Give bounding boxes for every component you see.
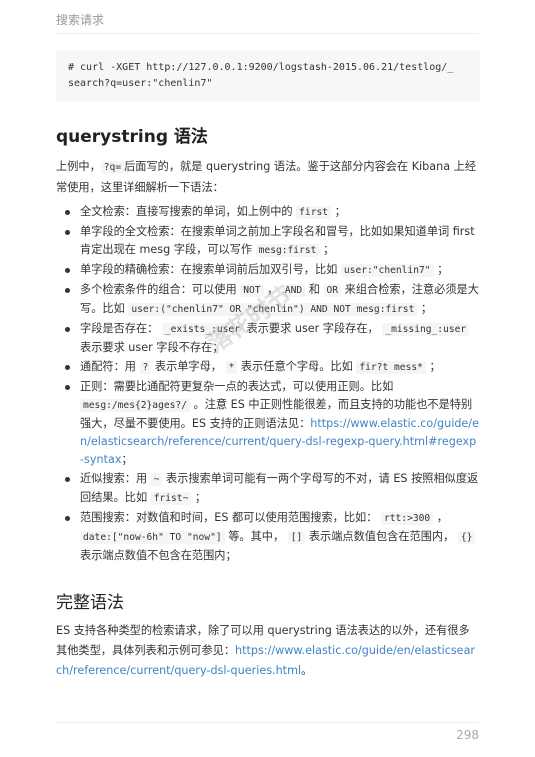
section-title-full-syntax: 完整语法 [56, 593, 124, 613]
syntax-list: 全文检索：直接写搜索的单词，如上例中的 first ； 单字段的全文检索：在搜索… [56, 203, 480, 566]
bullet-dot [65, 365, 70, 370]
inline-code: OR [323, 284, 342, 297]
inline-code: AND [281, 284, 306, 297]
inline-code: user:"chenlin7" [340, 264, 434, 277]
inline-code: user:("chenlin7" OR "chenlin") AND NOT m… [128, 303, 418, 316]
inline-code: {} [457, 531, 476, 544]
list-item: 字段是否存在： _exists_:user 表示要求 user 字段存在， _m… [56, 320, 480, 357]
section-title-querystring: querystring 语法 [56, 127, 208, 147]
inline-code: ? [139, 361, 152, 374]
full-syntax-paragraph: ES 支持各种类型的检索请求，除了可以用 querystring 语法表达的以外… [56, 624, 476, 677]
list-item: 范围搜索：对数值和时间，ES 都可以使用范围搜索，比如： rtt:>300 ， … [56, 509, 480, 565]
list-item: 正则：需要比通配符更复杂一点的表达式，可以使用正则。比如 mesg:/mes{2… [56, 378, 480, 469]
list-item: 多个检索条件的组合：可以使用 NOT ， AND 和 OR 来组合检索，注意必须… [56, 281, 480, 319]
bullet-dot [65, 385, 70, 390]
list-item: 单字段的精确检索：在搜索单词前后加双引号，比如 user:"chenlin7" … [56, 261, 480, 280]
inline-code: [] [287, 531, 306, 544]
bullet-dot [65, 288, 70, 293]
inline-code: ~ [150, 473, 163, 486]
inline-code: mesg:/mes{2}ages?/ [80, 399, 190, 412]
inline-code: _missing_:user [382, 323, 470, 336]
page-number: 298 [456, 728, 479, 742]
bullet-dot [65, 516, 70, 521]
list-item: 单字段的全文检索：在搜索单词之前加上字段名和冒号，比如如果知道单词 first … [56, 223, 480, 260]
code-block: # curl -XGET http://127.0.0.1:9200/logst… [56, 50, 480, 102]
footer-divider [56, 722, 479, 723]
inline-code: fir?t mess* [356, 361, 426, 374]
inline-code: mesg:first [255, 244, 320, 257]
list-item: 近似搜索：用 ~ 表示搜索单词可能有一两个字母写的不对，请 ES 按照相似度返回… [56, 470, 480, 508]
inline-code: frist~ [150, 492, 192, 505]
inline-code: first [296, 206, 332, 219]
inline-code: date:["now-6h" TO "now"] [80, 531, 225, 544]
inline-code: * [225, 361, 238, 374]
bullet-dot [65, 230, 70, 235]
list-item: 通配符：用 ? 表示单字母， * 表示任意个字母。比如 fir?t mess* … [56, 358, 480, 377]
bullet-dot [65, 268, 70, 273]
list-item: 全文检索：直接写搜索的单词，如上例中的 first ； [56, 203, 480, 222]
header-divider [56, 33, 479, 34]
running-header: 搜索请求 [56, 13, 105, 27]
inline-code: ?q= [100, 161, 125, 174]
inline-code: rtt:>300 [380, 512, 434, 525]
inline-code: NOT [240, 284, 264, 297]
bullet-dot [65, 210, 70, 215]
bullet-dot [65, 327, 70, 332]
bullet-dot [65, 477, 70, 482]
intro-paragraph: 上例中， ?q= 后面写的，就是 querystring 语法。鉴于这部分内容会在 … [56, 160, 477, 194]
inline-code: _exists_:user [161, 323, 243, 336]
